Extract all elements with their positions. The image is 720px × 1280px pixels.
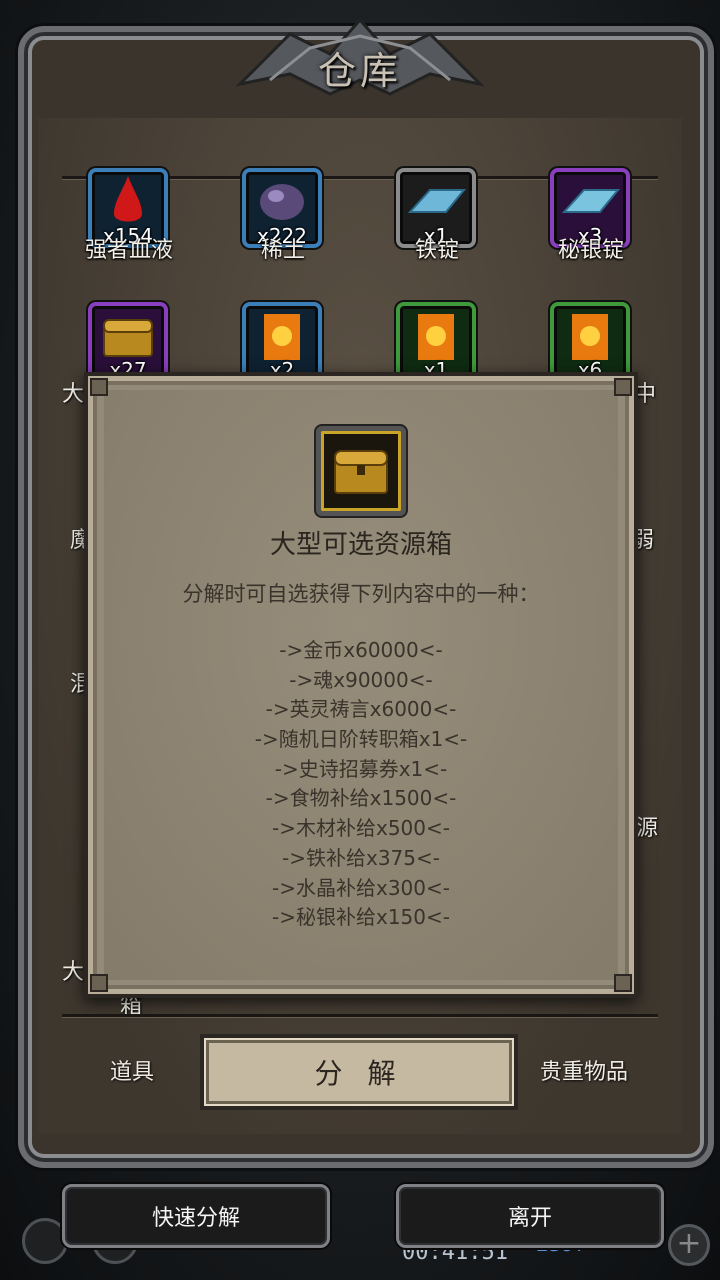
item-slot-chest[interactable]: x27 (88, 302, 168, 382)
fire-scroll-icon (572, 314, 608, 360)
option-item: ->史诗招募券x1<- (274, 756, 448, 781)
option-item: ->魂x90000<- (289, 667, 433, 692)
option-item: ->秘银补给x150<- (272, 905, 450, 930)
treasure-chest-icon (334, 450, 388, 494)
option-item: ->随机日阶转职箱x1<- (254, 727, 468, 752)
item-slot-scroll-green-2[interactable]: x6 (550, 302, 630, 382)
window-title: 仓库 (317, 49, 402, 93)
popup-options-list: ->金币x60000<- ->魂x90000<- ->英灵祷言x6000<- -… (84, 636, 638, 933)
popup-item-slot (316, 426, 406, 516)
item-name-partial: 大 (62, 382, 85, 407)
tab-valuables[interactable]: 贵重物品 (540, 1054, 628, 1086)
item-name-partial: 源 (636, 816, 659, 841)
option-item: ->铁补给x375<- (282, 845, 440, 870)
add-icon[interactable]: + (668, 1224, 710, 1266)
mithril-ingot-icon (561, 189, 621, 213)
item-name: 铁锭 (414, 238, 459, 263)
blood-drop-icon (114, 176, 142, 222)
item-slot-scroll-green[interactable]: x1 (396, 302, 476, 382)
option-item: ->木材补给x500<- (272, 816, 450, 841)
bottom-divider (62, 1014, 658, 1017)
item-name: 秘银锭 (557, 238, 624, 263)
popup-item-name: 大型可选资源箱 (269, 530, 452, 560)
fire-scroll-icon (264, 314, 300, 360)
corner-ornament (90, 974, 108, 992)
corner-ornament (90, 378, 108, 396)
option-item: ->英灵祷言x6000<- (265, 697, 457, 722)
decompose-button[interactable]: 分 解 (200, 1034, 518, 1110)
option-item: ->食物补给x1500<- (265, 786, 457, 811)
option-item: ->金币x60000<- (279, 638, 443, 662)
item-slot-scroll-blue[interactable]: x2 (242, 302, 322, 382)
corner-ornament (614, 974, 632, 992)
treasure-chest-icon (103, 319, 153, 357)
item-name: 强者血液 (84, 238, 173, 263)
tab-props[interactable]: 道具 (110, 1054, 154, 1086)
popup-description: 分解时可自选获得下列内容中的一种： (182, 582, 540, 606)
corner-ornament (614, 378, 632, 396)
leave-button[interactable]: 离开 (396, 1184, 664, 1248)
option-item: ->水晶补给x300<- (272, 875, 450, 900)
fire-scroll-icon (418, 314, 454, 360)
item-name: 稀土 (260, 238, 305, 263)
item-name-partial: 大 (62, 960, 85, 985)
quick-decompose-button[interactable]: 快速分解 (62, 1184, 330, 1248)
iron-ingot-icon (407, 189, 467, 213)
rare-earth-icon (260, 184, 304, 220)
